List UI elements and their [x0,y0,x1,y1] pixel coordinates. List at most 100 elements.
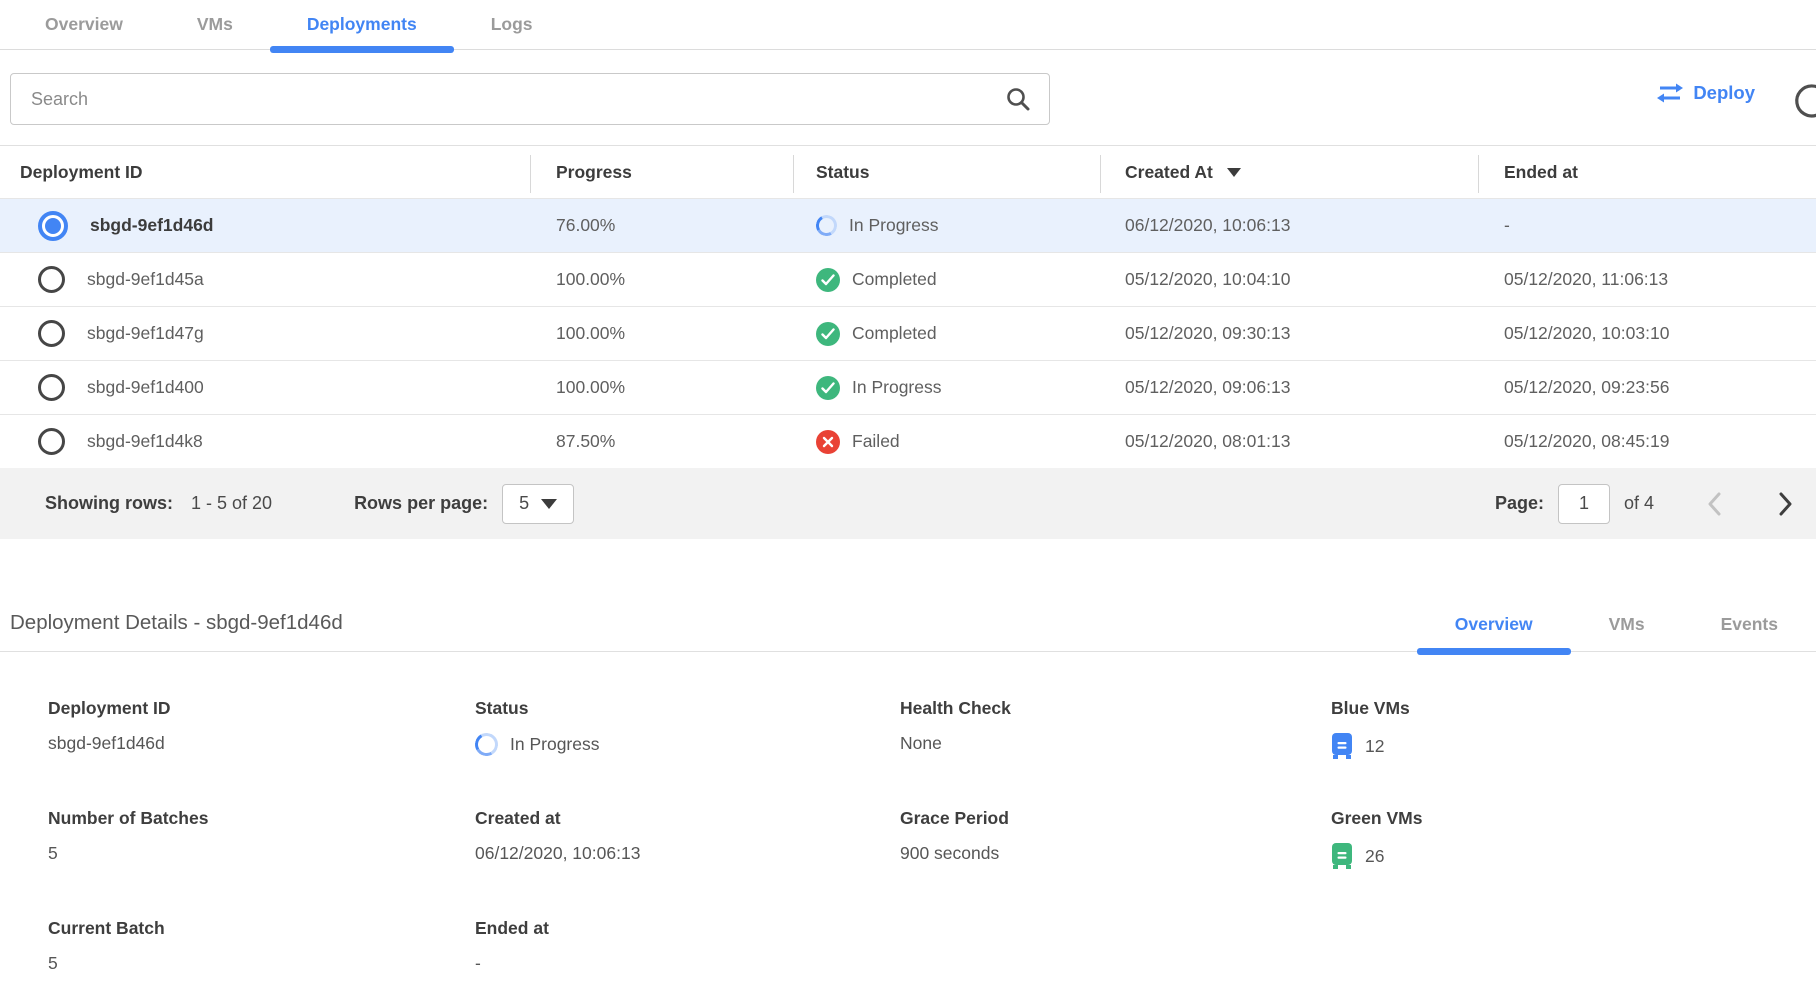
table-row[interactable]: sbgd-9ef1d47g 100.00% Completed 05/12/20… [0,306,1816,360]
field-value: 12 [1365,736,1384,757]
next-page-button[interactable] [1778,491,1794,517]
field-value: 5 [48,953,475,974]
progress-value: 100.00% [530,269,793,290]
showing-rows-value: 1 - 5 of 20 [191,493,272,514]
completed-check-icon [816,268,840,292]
field-label: Current Batch [48,918,475,939]
rows-per-page-select[interactable]: 5 [502,484,574,524]
deployment-id: sbgd-9ef1d45a [87,269,204,290]
tab-overview[interactable]: Overview [8,0,160,49]
table-row[interactable]: sbgd-9ef1d45a 100.00% Completed 05/12/20… [0,252,1816,306]
status-label: Failed [852,431,900,452]
tab-vms[interactable]: VMs [160,0,270,49]
toolbar: Deploy [0,73,1816,125]
column-header-status[interactable]: Status [793,146,1100,198]
ended-at-value: 05/12/2020, 10:03:10 [1478,323,1816,344]
previous-page-button[interactable] [1706,491,1722,517]
rows-per-page-label: Rows per page: [354,493,488,514]
chevron-down-icon [541,499,557,509]
row-radio[interactable] [38,320,65,347]
details-tab-events[interactable]: Events [1683,597,1816,651]
field-deployment-id: Deployment ID sbgd-9ef1d46d [48,698,475,808]
field-label: Blue VMs [1331,698,1816,719]
table-footer: Showing rows: 1 - 5 of 20 Rows per page:… [0,468,1816,539]
table-row[interactable]: sbgd-9ef1d46d 76.00% In Progress 06/12/2… [0,198,1816,252]
top-tab-bar: Overview VMs Deployments Logs [0,0,1816,50]
search-icon [1005,86,1031,112]
ended-at-value: 05/12/2020, 08:45:19 [1478,431,1816,452]
page-label: Page: [1495,493,1544,514]
field-label: Deployment ID [48,698,475,719]
tab-logs[interactable]: Logs [454,0,570,49]
created-at-value: 05/12/2020, 09:30:13 [1100,323,1478,344]
pager: Page: of 4 [1495,484,1794,524]
field-number-of-batches: Number of Batches 5 [48,808,475,918]
field-value: In Progress [510,734,599,755]
row-radio[interactable] [38,374,65,401]
ended-at-value: 05/12/2020, 09:23:56 [1478,377,1816,398]
ended-at-value: 05/12/2020, 11:06:13 [1478,269,1816,290]
column-header-ended-at[interactable]: Ended at [1478,146,1816,198]
field-value: 06/12/2020, 10:06:13 [475,843,900,864]
progress-value: 100.00% [530,377,793,398]
sort-desc-icon [1227,168,1241,177]
progress-value: 76.00% [530,215,793,236]
showing-rows-label: Showing rows: [45,493,173,514]
status-label: Completed [852,323,937,344]
column-header-deployment-id[interactable]: Deployment ID [0,146,530,198]
field-value: sbgd-9ef1d46d [48,733,475,754]
column-header-created-at-label: Created At [1125,162,1213,183]
field-label: Status [475,698,900,719]
table-row[interactable]: sbgd-9ef1d4k8 87.50% Failed 05/12/2020, … [0,414,1816,468]
column-header-created-at[interactable]: Created At [1100,146,1478,198]
table-header-row: Deployment ID Progress Status Created At… [0,146,1816,198]
refresh-icon[interactable] [1790,79,1816,121]
details-title: Deployment Details - sbgd-9ef1d46d [10,611,343,651]
details-tab-vms[interactable]: VMs [1571,597,1683,651]
field-status: Status In Progress [475,698,900,808]
tab-deployments[interactable]: Deployments [270,0,454,49]
created-at-value: 05/12/2020, 08:01:13 [1100,431,1478,452]
progress-value: 87.50% [530,431,793,452]
created-at-value: 05/12/2020, 10:04:10 [1100,269,1478,290]
field-value: None [900,733,1331,754]
field-value: - [475,953,900,974]
field-grace-period: Grace Period 900 seconds [900,808,1331,918]
deploy-button-label: Deploy [1693,82,1755,104]
details-tab-overview[interactable]: Overview [1417,597,1571,651]
created-at-value: 06/12/2020, 10:06:13 [1100,215,1478,236]
field-blue-vms: Blue VMs 12 [1331,698,1816,808]
deployment-id: sbgd-9ef1d4k8 [87,431,203,452]
field-label: Ended at [475,918,900,939]
vm-green-icon [1331,843,1353,870]
progress-value: 100.00% [530,323,793,344]
in-progress-spinner-icon [814,213,840,239]
details-grid: Deployment ID sbgd-9ef1d46d Status In Pr… [0,652,1816,992]
row-radio[interactable] [38,266,65,293]
in-progress-spinner-icon [472,730,500,758]
field-label: Created at [475,808,900,829]
status-label: Completed [852,269,937,290]
failed-x-icon [816,430,840,454]
page-number-input[interactable] [1558,484,1610,524]
field-ended-at: Ended at - [475,918,900,992]
field-label: Health Check [900,698,1331,719]
field-current-batch: Current Batch 5 [48,918,475,992]
row-radio[interactable] [38,428,65,455]
details-header: Deployment Details - sbgd-9ef1d46d Overv… [0,539,1816,652]
completed-check-icon [816,322,840,346]
deployment-id: sbgd-9ef1d47g [87,323,204,344]
row-radio-selected[interactable] [38,211,68,241]
field-value: 5 [48,843,475,864]
search-input[interactable] [11,89,1005,110]
created-at-value: 05/12/2020, 09:06:13 [1100,377,1478,398]
column-header-progress[interactable]: Progress [530,146,793,198]
field-green-vms: Green VMs 26 [1331,808,1816,918]
vm-blue-icon [1331,733,1353,760]
field-label: Grace Period [900,808,1331,829]
table-row[interactable]: sbgd-9ef1d400 100.00% In Progress 05/12/… [0,360,1816,414]
deploy-button[interactable]: Deploy [1656,81,1755,105]
status-label: In Progress [849,215,938,236]
field-label: Green VMs [1331,808,1816,829]
deployment-id: sbgd-9ef1d400 [87,377,204,398]
